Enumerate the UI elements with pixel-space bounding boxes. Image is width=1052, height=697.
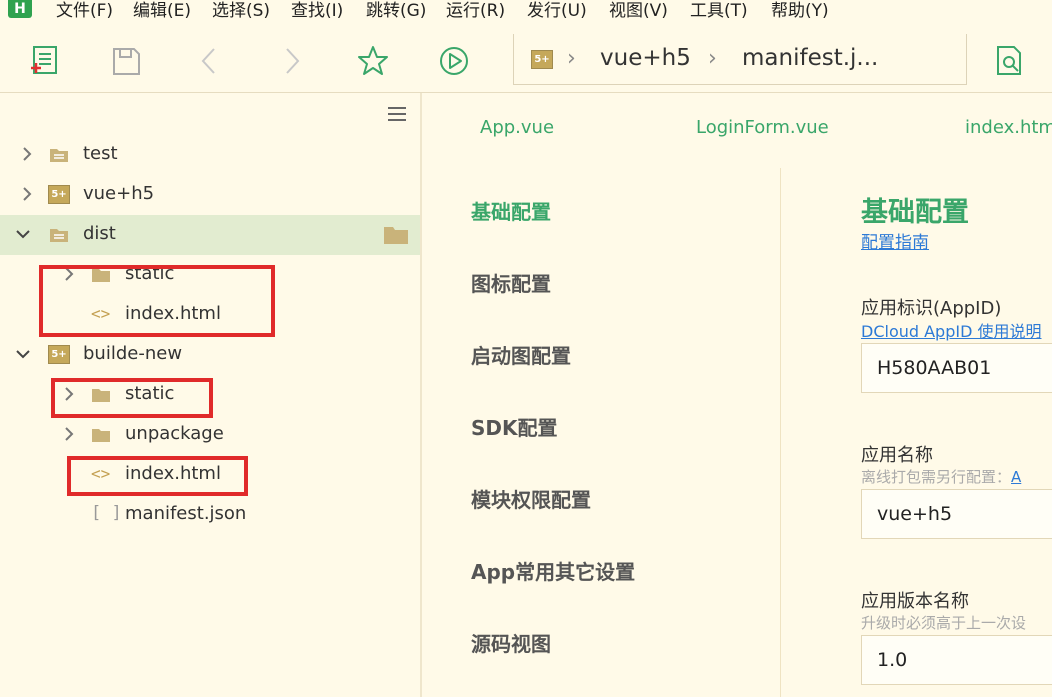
app-name-input[interactable] (861, 489, 1052, 539)
folder-icon (92, 429, 110, 442)
nav-source-view[interactable]: 源码视图 (471, 628, 551, 657)
hbuilder-logo: H (8, 0, 32, 18)
tree-item-label: unpackage (125, 423, 224, 444)
version-name-hint: 升级时必须高于上一次设 (861, 614, 1027, 632)
appid-help-link[interactable]: DCloud AppID 使用说明 (861, 318, 1042, 342)
menu-find[interactable]: 查找(I) (291, 0, 343, 21)
nav-app-other-settings[interactable]: App常用其它设置 (471, 556, 635, 585)
appid-label: 应用标识(AppID) (861, 298, 1002, 319)
tab-app-vue[interactable]: App.vue (480, 117, 554, 138)
chevron-down-icon[interactable] (16, 227, 30, 241)
menu-publish[interactable]: 发行(U) (527, 0, 587, 21)
chevron-right-icon: › (567, 46, 576, 71)
tab-index-html[interactable]: index.html (965, 117, 1052, 138)
highlight-box (51, 378, 213, 418)
nav-splash-config[interactable]: 启动图配置 (471, 340, 571, 369)
tree-item-builde-new[interactable]: 5+ builde-new (0, 335, 420, 375)
toolbar: 5+ › vue+h5 › manifest.j... (0, 22, 1052, 93)
open-folder-icon[interactable] (383, 225, 409, 245)
tab-loginform-vue[interactable]: LoginForm.vue (696, 117, 829, 138)
app-name-label: 应用名称 (861, 445, 933, 466)
menu-file[interactable]: 文件(F) (56, 0, 113, 21)
section-title: 基础配置 (861, 197, 969, 228)
highlight-box (39, 265, 275, 337)
tree-item-label: test (83, 143, 118, 164)
back-icon[interactable] (193, 44, 227, 78)
folder-project-icon (50, 149, 68, 162)
json-file-icon: [ ] (91, 503, 122, 523)
tree-item-dist[interactable]: dist (0, 215, 420, 255)
tree-item-test[interactable]: test (0, 135, 420, 175)
star-icon[interactable] (356, 44, 390, 78)
menu-edit[interactable]: 编辑(E) (133, 0, 191, 21)
appid-input[interactable] (861, 343, 1052, 393)
menu-select[interactable]: 选择(S) (212, 0, 270, 21)
app-name-hint-link[interactable]: A (1011, 468, 1021, 486)
folder-project-icon (50, 229, 68, 242)
app-name-hint-text: 离线打包需另行配置： (861, 468, 1012, 486)
highlight-box (67, 456, 248, 496)
menu-icon[interactable] (386, 105, 408, 123)
menu-tools[interactable]: 工具(T) (690, 0, 748, 21)
uniapp-project-icon: 5+ (48, 345, 70, 364)
tree-item-vue-h5[interactable]: 5+ vue+h5 (0, 175, 420, 215)
app-name-hint: 离线打包需另行配置：A (861, 466, 1021, 487)
new-file-icon[interactable] (27, 44, 61, 78)
chevron-right-icon: › (708, 46, 717, 71)
config-guide-link[interactable]: 配置指南 (861, 228, 929, 253)
menu-view[interactable]: 视图(V) (609, 0, 668, 21)
tree-item-label: manifest.json (125, 503, 247, 524)
save-icon[interactable] (109, 44, 143, 78)
project-explorer: test 5+ vue+h5 dist static <> index.html… (0, 93, 422, 697)
nav-module-permissions[interactable]: 模块权限配置 (471, 484, 591, 513)
tree-item-label: vue+h5 (83, 183, 155, 204)
forward-icon[interactable] (274, 44, 308, 78)
nav-icon-config[interactable]: 图标配置 (471, 268, 551, 297)
uniapp-project-icon: 5+ (48, 185, 70, 204)
tree-item-manifest-json[interactable]: [ ] manifest.json (0, 495, 420, 535)
run-icon[interactable] (437, 44, 471, 78)
manifest-settings-nav: 基础配置 图标配置 启动图配置 SDK配置 模块权限配置 App常用其它设置 源… (422, 168, 781, 697)
breadcrumb-file[interactable]: manifest.j... (742, 45, 878, 71)
chevron-right-icon[interactable] (20, 187, 34, 201)
version-name-input[interactable] (861, 635, 1052, 685)
breadcrumb: 5+ › vue+h5 › manifest.j... (513, 34, 967, 85)
menu-goto[interactable]: 跳转(G) (366, 0, 426, 21)
nav-sdk-config[interactable]: SDK配置 (471, 412, 558, 441)
chevron-right-icon[interactable] (62, 427, 76, 441)
tree-item-label: dist (83, 223, 116, 244)
chevron-right-icon[interactable] (20, 147, 34, 161)
search-file-icon[interactable] (992, 44, 1026, 78)
version-name-label: 应用版本名称 (861, 591, 969, 612)
breadcrumb-project[interactable]: vue+h5 (600, 45, 691, 71)
editor-area: App.vue LoginForm.vue index.html 基础配置 图标… (422, 93, 1052, 697)
menu-run[interactable]: 运行(R) (446, 0, 505, 21)
menu-bar: H 文件(F) 编辑(E) 选择(S) 查找(I) 跳转(G) 运行(R) 发行… (0, 0, 1052, 22)
chevron-down-icon[interactable] (16, 347, 30, 361)
uniapp-project-icon: 5+ (531, 50, 553, 69)
menu-help[interactable]: 帮助(Y) (771, 0, 829, 21)
tree-item-label: builde-new (83, 343, 183, 364)
tree-item-unpackage[interactable]: unpackage (0, 415, 420, 455)
nav-basic-config[interactable]: 基础配置 (471, 196, 551, 225)
